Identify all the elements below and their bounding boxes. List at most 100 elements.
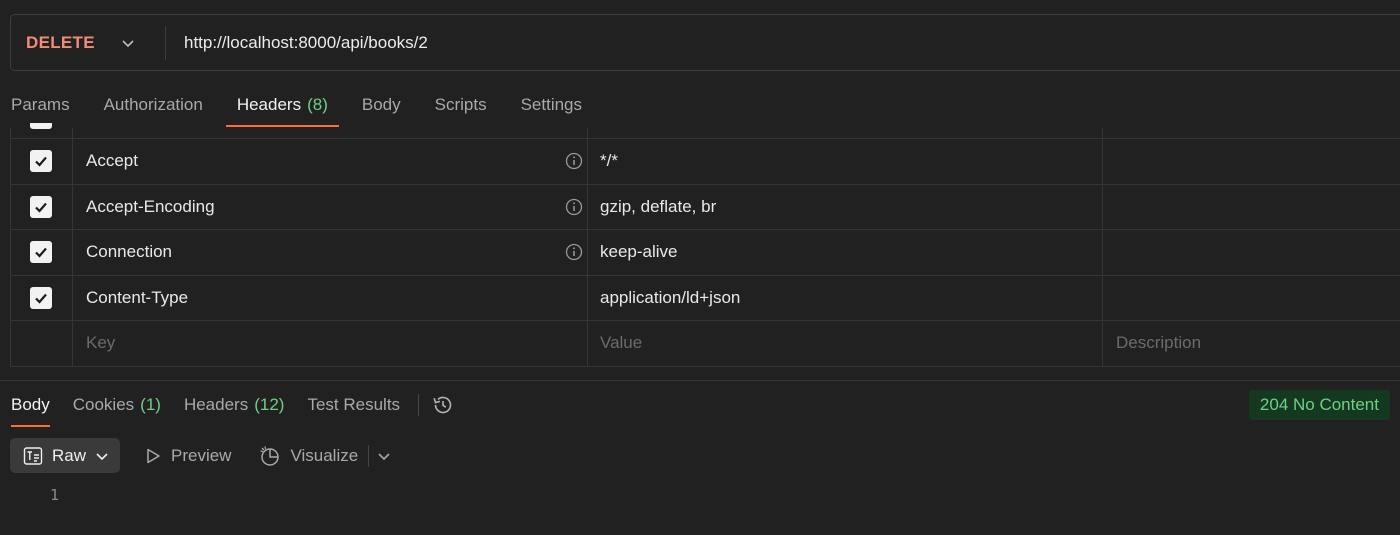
tab-scripts[interactable]: Scripts — [424, 82, 498, 128]
check-cell — [10, 321, 73, 366]
toolbar-separator — [368, 444, 370, 467]
header-value: application/ld+json — [600, 287, 741, 307]
headers-table: Accept */* Accept-Encoding gzip, deflate… — [10, 123, 1400, 367]
tab-label: Body — [361, 95, 401, 114]
check-cell — [10, 230, 73, 275]
key-cell[interactable]: Connection — [73, 230, 588, 275]
table-row: Content-Type application/ld+json — [10, 275, 1400, 321]
checkbox[interactable] — [30, 286, 52, 309]
raw-text-icon — [23, 446, 43, 466]
tab-separator — [418, 394, 420, 416]
tab-headers[interactable]: Headers (8) — [225, 82, 339, 128]
value-cell[interactable]: gzip, deflate, br — [588, 184, 1103, 229]
tab-label: Headers — [183, 395, 249, 414]
value-cell[interactable]: keep-alive — [588, 230, 1103, 275]
description-input[interactable]: Description — [1103, 321, 1400, 366]
resp-tab-body[interactable]: Body — [0, 383, 61, 427]
description-placeholder: Description — [1116, 333, 1202, 353]
response-tabs: Body Cookies (1) Headers (12) Test Results — [0, 383, 455, 427]
description-cell[interactable] — [1103, 276, 1400, 321]
tab-label: Scripts — [434, 95, 487, 114]
key-cell[interactable]: Accept-Encoding — [73, 184, 588, 229]
preview-label: Preview — [171, 445, 232, 465]
table-row-new: Key Value Description — [10, 321, 1400, 367]
header-key: Content-Type — [86, 287, 189, 307]
method-label: DELETE — [26, 32, 95, 52]
check-icon — [35, 157, 47, 167]
info-icon[interactable] — [565, 152, 583, 170]
value-cell[interactable] — [588, 128, 1103, 138]
preview-button[interactable]: Preview — [144, 438, 231, 473]
tab-label: Settings — [520, 95, 583, 114]
response-divider — [0, 380, 1400, 381]
raw-format-button[interactable]: Raw — [10, 438, 120, 473]
check-icon — [35, 202, 47, 213]
tab-count: (12) — [254, 395, 285, 414]
resp-tab-headers[interactable]: Headers (12) — [173, 383, 296, 427]
method-select[interactable]: DELETE — [11, 15, 165, 70]
header-value: gzip, deflate, br — [600, 196, 717, 216]
tab-settings[interactable]: Settings — [510, 82, 593, 128]
tab-label: Authorization — [103, 95, 203, 114]
header-key: Connection — [86, 242, 173, 262]
raw-label: Raw — [52, 445, 87, 465]
resp-tab-cookies[interactable]: Cookies (1) — [62, 383, 172, 427]
description-cell[interactable] — [1103, 230, 1400, 275]
chevron-down-icon — [95, 449, 109, 463]
key-cell[interactable] — [73, 128, 588, 138]
header-value: */* — [600, 151, 618, 171]
header-key: Accept — [86, 151, 138, 171]
key-cell[interactable]: Accept — [73, 139, 588, 184]
description-cell[interactable] — [1103, 128, 1400, 138]
visualize-label: Visualize — [290, 445, 359, 465]
header-value: keep-alive — [600, 242, 678, 262]
checkbox[interactable] — [30, 195, 52, 218]
checkbox[interactable] — [30, 150, 52, 173]
play-icon — [144, 447, 162, 465]
tab-count: (8) — [307, 95, 328, 114]
check-cell — [10, 123, 73, 138]
check-cell — [10, 184, 73, 229]
resp-tab-test-results[interactable]: Test Results — [296, 383, 411, 427]
tab-label: Params — [11, 95, 70, 114]
key-placeholder: Key — [86, 333, 116, 353]
value-cell[interactable]: application/ld+json — [588, 275, 1103, 320]
table-row: Accept-Encoding gzip, deflate, br — [10, 184, 1400, 230]
visualize-icon — [259, 445, 281, 467]
tab-label: Test Results — [307, 395, 401, 414]
value-cell[interactable]: */* — [588, 139, 1103, 184]
chevron-down-icon — [377, 449, 391, 463]
description-cell[interactable] — [1103, 185, 1400, 230]
table-row — [10, 123, 1400, 139]
value-placeholder: Value — [600, 333, 643, 353]
info-icon[interactable] — [565, 198, 583, 216]
tab-count: (1) — [140, 395, 161, 414]
response-toolbar: Raw Preview Visualize — [10, 438, 391, 473]
key-cell[interactable]: Content-Type — [73, 275, 588, 320]
check-cell — [10, 139, 73, 184]
line-number: 1 — [50, 486, 60, 504]
table-row: Connection keep-alive — [10, 230, 1400, 276]
checkbox[interactable] — [30, 123, 52, 129]
info-icon[interactable] — [565, 243, 583, 261]
table-row: Accept */* — [10, 139, 1400, 185]
visualize-button[interactable]: Visualize — [259, 438, 358, 473]
key-input[interactable]: Key — [73, 321, 588, 366]
status-badge[interactable]: 204 No Content — [1248, 390, 1390, 420]
chevron-down-icon — [121, 36, 135, 50]
tab-body[interactable]: Body — [351, 82, 412, 128]
description-cell[interactable] — [1103, 139, 1400, 184]
header-key: Accept-Encoding — [86, 196, 215, 216]
visualize-dropdown[interactable] — [377, 438, 391, 473]
tab-label: Body — [11, 395, 50, 414]
check-icon — [35, 293, 47, 304]
tab-label: Headers — [236, 95, 302, 114]
history-icon[interactable] — [431, 393, 455, 417]
url-input[interactable] — [166, 15, 1400, 70]
tab-authorization[interactable]: Authorization — [93, 82, 214, 128]
value-input[interactable]: Value — [588, 321, 1103, 366]
tab-params[interactable]: Params — [0, 82, 81, 128]
checkbox[interactable] — [30, 241, 52, 264]
tab-label: Cookies — [72, 395, 135, 414]
url-bar: DELETE — [10, 14, 1400, 71]
